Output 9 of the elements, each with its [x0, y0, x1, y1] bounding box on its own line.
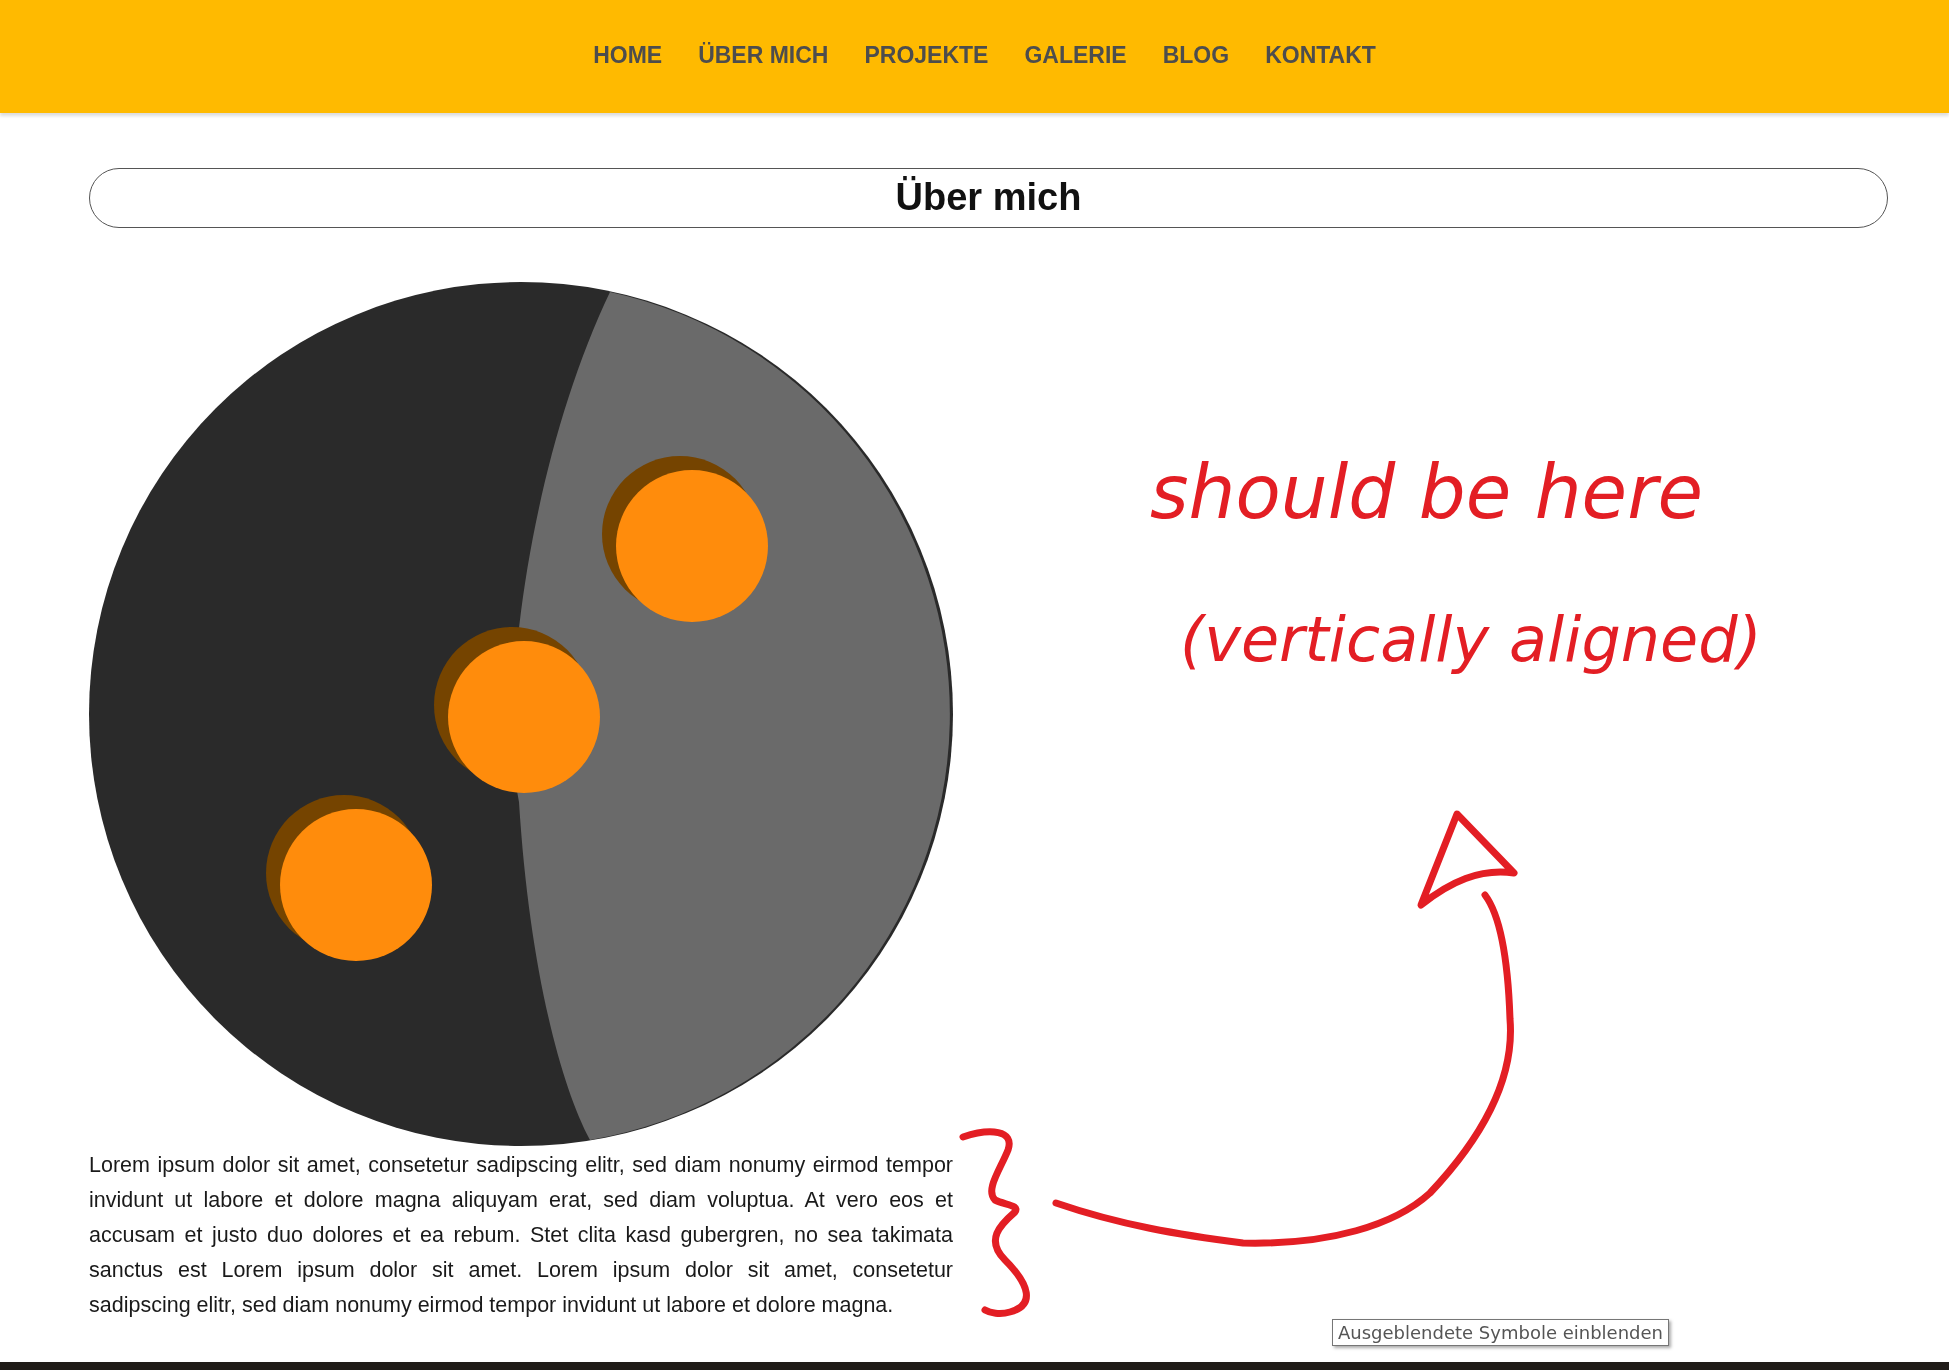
nav-link[interactable]: PROJEKTE [864, 42, 989, 69]
body-paragraph: Lorem ipsum dolor sit amet, consetetur sadipscing elitr, sed diam nonumy eirmod tempor invidunt ut labore et dolore magna aliquyam erat, sed diam voluptua. At vero eos et accusam et justo duo dolores et ea rebum. Stet clita kasd gubergren, no sea takimata sanctus est Lorem ipsum dolor sit amet. Lorem ipsum dolor sit amet, consetetur sadipscing elitr, sed diam nonumy eirmod tempor invidunt ut labore et dolore magna. [89, 1152, 953, 1319]
nav-link[interactable]: GALERIE [1024, 42, 1127, 69]
nav-link[interactable]: HOME [593, 42, 663, 69]
tooltip: Ausgeblendete Symbole einblenden [1332, 1319, 1669, 1346]
nav-link[interactable]: ÜBER MICH [698, 42, 829, 69]
nav-link[interactable]: KONTAKT [1265, 42, 1376, 69]
nav-link[interactable]: BLOG [1162, 42, 1230, 69]
handwritten-note: should be here [1150, 455, 1705, 529]
